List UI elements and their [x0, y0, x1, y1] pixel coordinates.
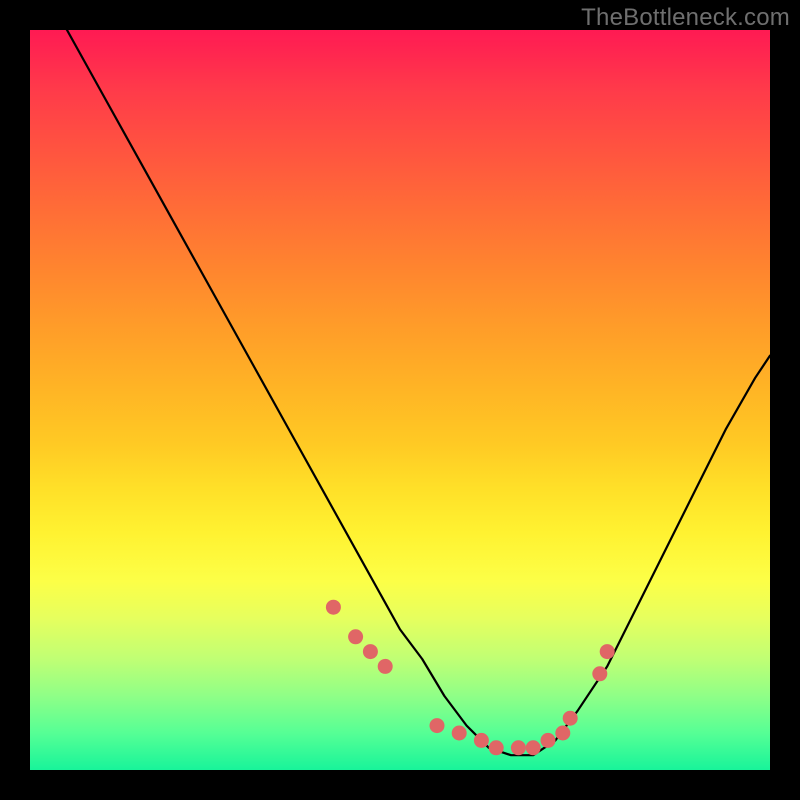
- highlight-dot: [541, 733, 556, 748]
- highlight-dot: [563, 711, 578, 726]
- highlight-dot: [378, 659, 393, 674]
- highlight-dot: [348, 629, 363, 644]
- highlight-dot: [526, 740, 541, 755]
- highlight-dot: [600, 644, 615, 659]
- highlight-dot: [511, 740, 526, 755]
- chart-svg: [30, 30, 770, 770]
- highlight-dots-group: [326, 600, 615, 756]
- watermark-text: TheBottleneck.com: [581, 4, 790, 32]
- chart-frame: TheBottleneck.com: [0, 0, 800, 800]
- bottleneck-curve-path: [30, 30, 770, 755]
- chart-plot-area: [30, 30, 770, 770]
- highlight-dot: [489, 740, 504, 755]
- highlight-dot: [474, 733, 489, 748]
- highlight-dot: [592, 666, 607, 681]
- highlight-dot: [555, 726, 570, 741]
- highlight-dot: [452, 726, 467, 741]
- highlight-dot: [430, 718, 445, 733]
- highlight-dot: [326, 600, 341, 615]
- highlight-dot: [363, 644, 378, 659]
